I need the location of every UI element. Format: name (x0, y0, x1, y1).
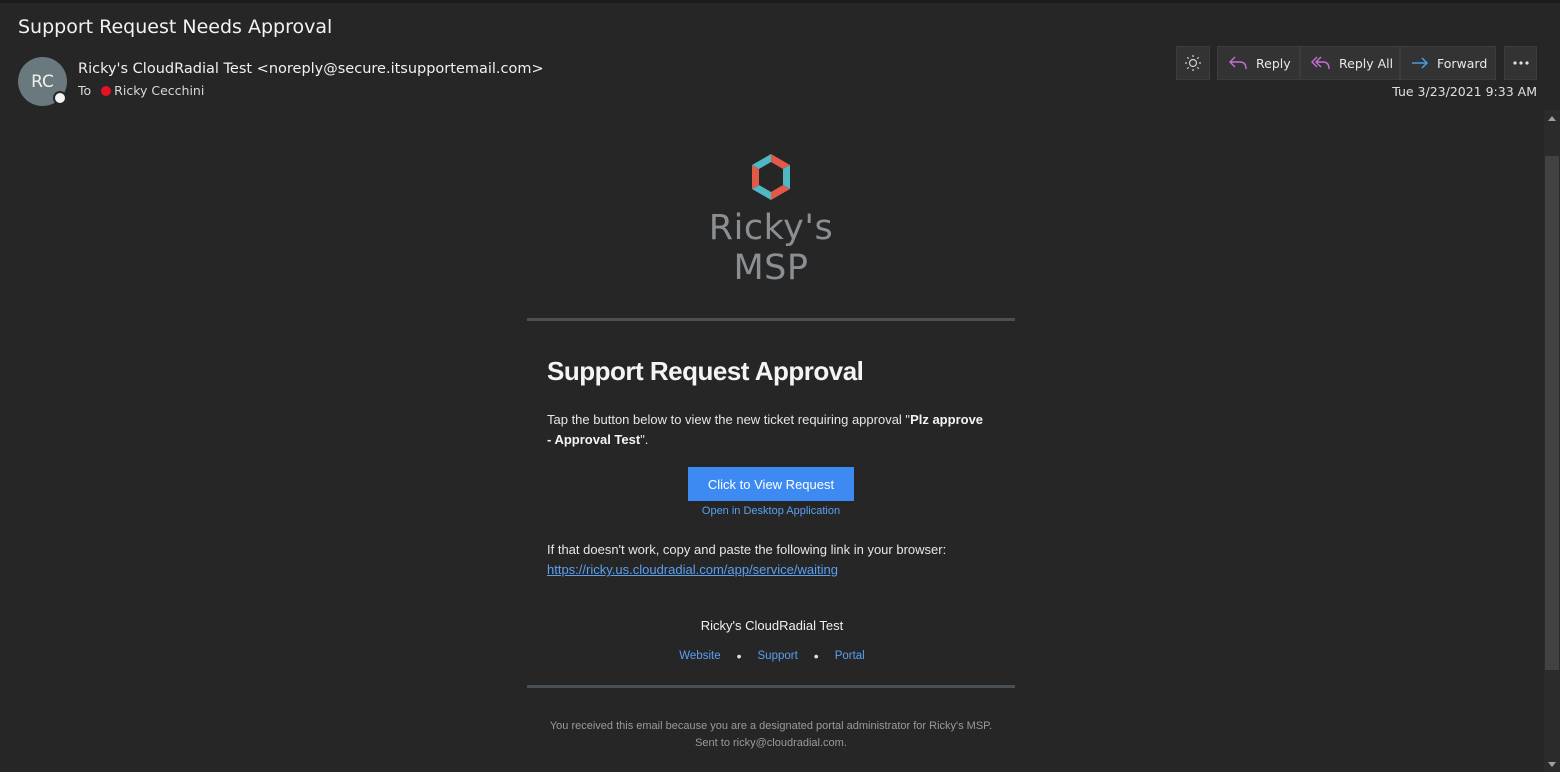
disclaimer-line: Sent to ricky@cloudradial.com. (695, 737, 847, 749)
reply-all-label: Reply All (1339, 55, 1394, 71)
avatar-initials: RC (31, 71, 54, 92)
intro-suffix: ". (640, 432, 649, 447)
organization-name: Ricky's CloudRadial Test (700, 618, 844, 633)
email-disclaimer: You received this email because you are … (527, 718, 1015, 752)
footer-link-support[interactable]: Support (758, 650, 798, 662)
logo-mark-icon (752, 154, 790, 200)
more-icon (1512, 61, 1529, 65)
recipient-name[interactable]: Ricky Cecchini (114, 83, 204, 98)
reply-all-button[interactable]: Reply All (1300, 46, 1400, 80)
company-logo: Ricky's MSP (680, 152, 862, 288)
email-card-title: Support Request Approval (547, 356, 864, 386)
sun-icon (1185, 55, 1201, 71)
fallback-paragraph: If that doesn't work, copy and paste the… (547, 540, 987, 580)
footer-link-portal[interactable]: Portal (835, 650, 865, 662)
to-label: To (78, 83, 92, 98)
view-request-button[interactable]: Click to View Request (688, 467, 854, 501)
fallback-url-link[interactable]: https://ricky.us.cloudradial.com/app/ser… (547, 562, 838, 577)
intro-prefix: Tap the button below to view the new tic… (547, 412, 911, 427)
email-subject: Support Request Needs Approval (18, 16, 333, 38)
logo-text: Ricky's MSP (708, 208, 834, 288)
busy-presence-icon (101, 85, 112, 96)
scroll-thumb[interactable] (1545, 156, 1559, 670)
divider (527, 318, 1015, 321)
reply-label: Reply (1256, 55, 1291, 71)
received-date: Tue 3/23/2021 9:33 AM (1392, 84, 1537, 99)
forward-icon (1412, 57, 1428, 69)
footer-link-website[interactable]: Website (679, 650, 720, 662)
fallback-text: If that doesn't work, copy and paste the… (547, 542, 947, 557)
footer-separator: • (813, 648, 819, 664)
reply-icon (1229, 56, 1247, 70)
toggle-theme-button[interactable] (1176, 46, 1210, 80)
footer-separator: • (736, 648, 742, 664)
presence-status-icon (53, 91, 67, 105)
intro-paragraph: Tap the button below to view the new tic… (547, 410, 987, 450)
forward-label: Forward (1437, 55, 1488, 71)
forward-button[interactable]: Forward (1400, 46, 1496, 80)
sender-name[interactable]: Ricky's CloudRadial Test <noreply@secure… (78, 61, 544, 77)
scroll-down-arrow-icon[interactable] (1544, 756, 1560, 772)
divider (527, 685, 1015, 688)
reply-button[interactable]: Reply (1217, 46, 1300, 80)
recipient-line: To Ricky Cecchini (78, 83, 204, 98)
disclaimer-line: You received this email because you are … (549, 720, 993, 732)
more-actions-button[interactable] (1504, 46, 1537, 80)
message-toolbar: Reply Reply All Forward (1176, 46, 1537, 80)
open-desktop-app-link[interactable]: Open in Desktop Application (688, 505, 854, 517)
scroll-up-arrow-icon[interactable] (1544, 110, 1560, 126)
footer-links: Website • Support • Portal (600, 648, 944, 664)
vertical-scrollbar[interactable] (1544, 110, 1560, 772)
reply-all-icon (1311, 56, 1330, 70)
window-top-border (0, 0, 1560, 3)
